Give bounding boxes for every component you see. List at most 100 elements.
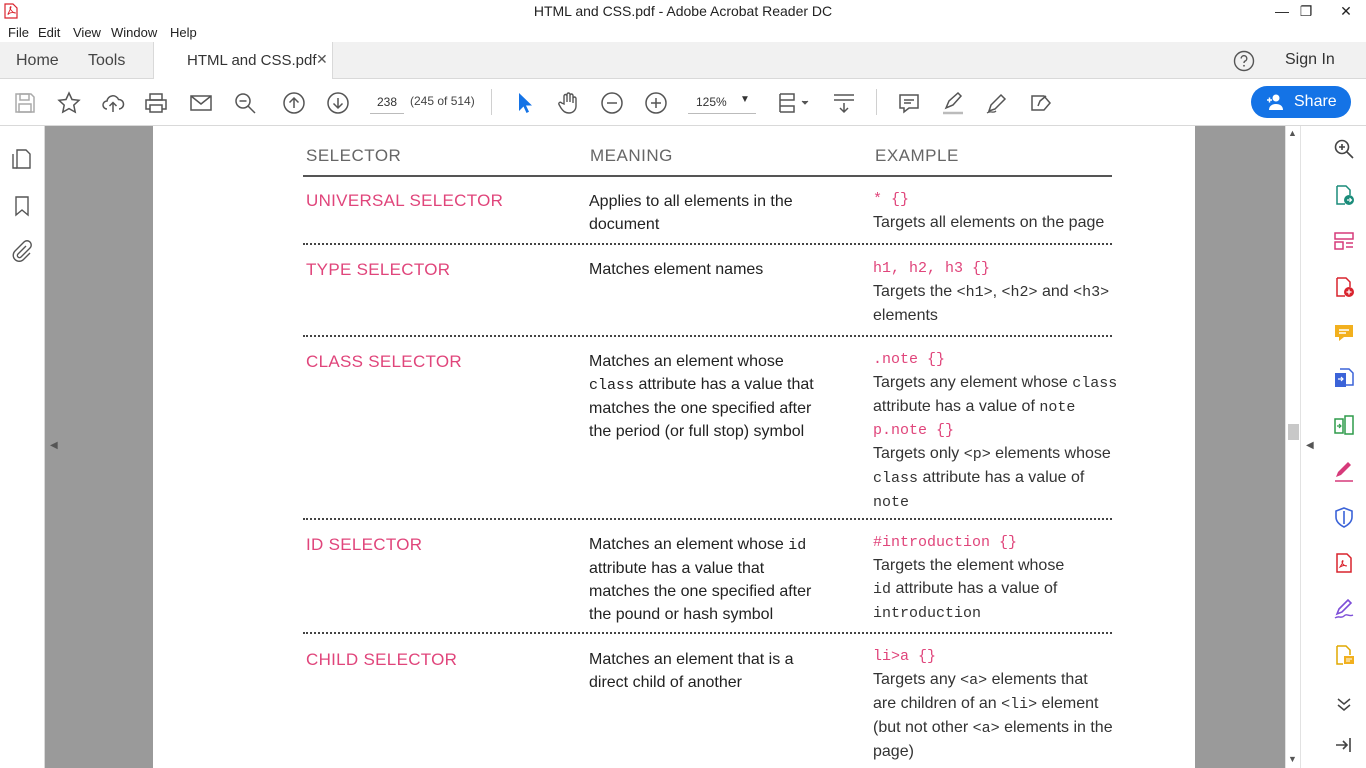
selector-example: h1, h2, h3 {} Targets the <h1>, <h2> and… [873,257,1118,327]
example-code: li>a {} [873,648,937,665]
tab-tools[interactable]: Tools [88,42,125,79]
example-text: attribute has a value of [891,580,1058,597]
create-pdf-icon[interactable] [1333,276,1355,298]
meaning-text: Matches an element whose [589,536,789,553]
selector-meaning: Applies to all elements in the document [589,193,793,233]
example-code-inline: class [873,470,919,487]
export-pdf-icon[interactable] [1333,184,1355,206]
row-divider [303,243,1112,245]
comment-icon[interactable] [897,91,921,115]
document-viewport[interactable]: ◀ SELECTOR MEANING EXAMPLE UNIVERSAL SEL… [45,126,1285,768]
combine-files-icon[interactable] [1333,367,1355,389]
menu-edit[interactable]: Edit [38,25,60,40]
search-icon[interactable] [1333,138,1355,160]
header-rule [303,175,1112,177]
example-text: Targets the element whose [873,557,1065,574]
email-icon[interactable] [189,91,213,115]
tab-document-label: HTML and CSS.pdf [187,52,317,69]
toolbar-divider [491,89,492,115]
chevron-down-icon: ▼ [740,94,750,105]
protect-shield-icon[interactable] [1333,506,1355,528]
selector-meaning: Matches an element that is a direct chil… [589,651,794,691]
menu-window[interactable]: Window [111,25,157,40]
example-text: Targets the [873,283,957,300]
vertical-scrollbar[interactable]: ▲ ▼ [1285,126,1300,768]
example-code-inline: class [1072,375,1118,392]
example-text: elements whose [990,445,1111,462]
pdf-page: SELECTOR MEANING EXAMPLE UNIVERSAL SELEC… [153,126,1195,768]
example-code: * {} [873,191,910,208]
meaning-text: attribute has a value that matches the o… [589,560,812,623]
selector-example: .note {} Targets any element whose class… [873,348,1118,514]
example-text: elements [873,307,938,324]
example-text: , [992,283,1002,300]
meaning-code-inline: id [788,537,807,554]
menu-view[interactable]: View [73,25,101,40]
example-code-inline: <a> [972,720,1000,737]
request-signature-icon[interactable] [1333,598,1355,620]
edit-stamp-icon[interactable] [1029,91,1053,115]
collapse-left-pane-icon[interactable]: ◀ [50,440,58,451]
share-button[interactable]: Share [1251,86,1351,118]
tab-document[interactable]: HTML and CSS.pdf ✕ [153,42,333,80]
sign-pen-icon[interactable] [985,91,1009,115]
menu-file[interactable]: File [8,25,29,40]
example-code-inline: id [873,581,892,598]
selector-example: * {} Targets all elements on the page [873,188,1123,234]
example-code-inline: note [873,494,910,511]
example-text: Targets any [873,671,961,688]
tools-pane: ◀ [1300,126,1366,768]
navigation-pane [0,126,45,768]
zoom-out-icon[interactable] [600,91,624,115]
example-text: attribute has a value of [873,398,1040,415]
page-display-icon[interactable] [777,91,811,115]
scroll-up-icon[interactable]: ▲ [1288,128,1297,138]
comment-tool-icon[interactable] [1333,322,1355,344]
page-count: (245 of 514) [410,94,475,108]
attachment-icon[interactable] [11,240,33,262]
zoom-search-icon[interactable] [233,91,257,115]
row-divider [303,632,1112,634]
menu-help[interactable]: Help [170,25,197,40]
collapse-tools-pane-icon[interactable] [1333,734,1355,756]
more-tools-chevron-icon[interactable] [1333,692,1355,714]
close-tab-icon[interactable]: ✕ [316,51,328,68]
scrollbar-thumb[interactable] [1288,424,1299,440]
example-code: p.note {} [873,422,955,439]
previous-page-icon[interactable] [282,91,306,115]
fill-sign-icon[interactable] [1333,460,1355,482]
star-icon[interactable] [57,91,81,115]
upload-cloud-icon[interactable] [101,91,125,115]
compress-pdf-icon[interactable] [1333,414,1355,436]
adobe-pdf-icon[interactable] [1333,552,1355,574]
selector-meaning: Matches an element whose class attribute… [589,350,829,443]
help-icon[interactable] [1233,50,1255,72]
add-person-icon [1266,93,1284,111]
sign-in-link[interactable]: Sign In [1285,51,1335,69]
next-page-icon[interactable] [326,91,350,115]
highlight-pen-icon[interactable] [941,91,965,115]
scroll-down-icon[interactable]: ▼ [1288,754,1297,764]
hand-tool-icon[interactable] [556,91,580,115]
column-header-meaning: MEANING [590,146,673,165]
example-text: and [1037,283,1074,300]
meaning-code-inline: class [589,377,635,394]
collapse-right-pane-icon[interactable]: ◀ [1306,440,1314,451]
tab-home[interactable]: Home [16,42,59,79]
page-number-input[interactable] [370,90,404,114]
page-thumbnails-icon[interactable] [11,148,33,170]
zoom-in-icon[interactable] [644,91,668,115]
selector-example: li>a {} Targets any <a> elements that ar… [873,645,1113,763]
zoom-select[interactable]: 125% ▼ [688,90,756,114]
bookmark-icon[interactable] [11,195,33,217]
organize-pages-icon[interactable] [1333,230,1355,252]
select-cursor-icon[interactable] [512,91,536,115]
print-icon[interactable] [144,91,168,115]
send-review-icon[interactable] [1333,644,1355,666]
save-icon[interactable] [13,91,37,115]
scroll-mode-icon[interactable] [832,91,856,115]
example-text: Targets any element whose [873,374,1073,391]
restore-button[interactable]: ❐ [1291,0,1321,22]
close-window-button[interactable]: ✕ [1326,0,1366,22]
share-label: Share [1294,93,1337,110]
